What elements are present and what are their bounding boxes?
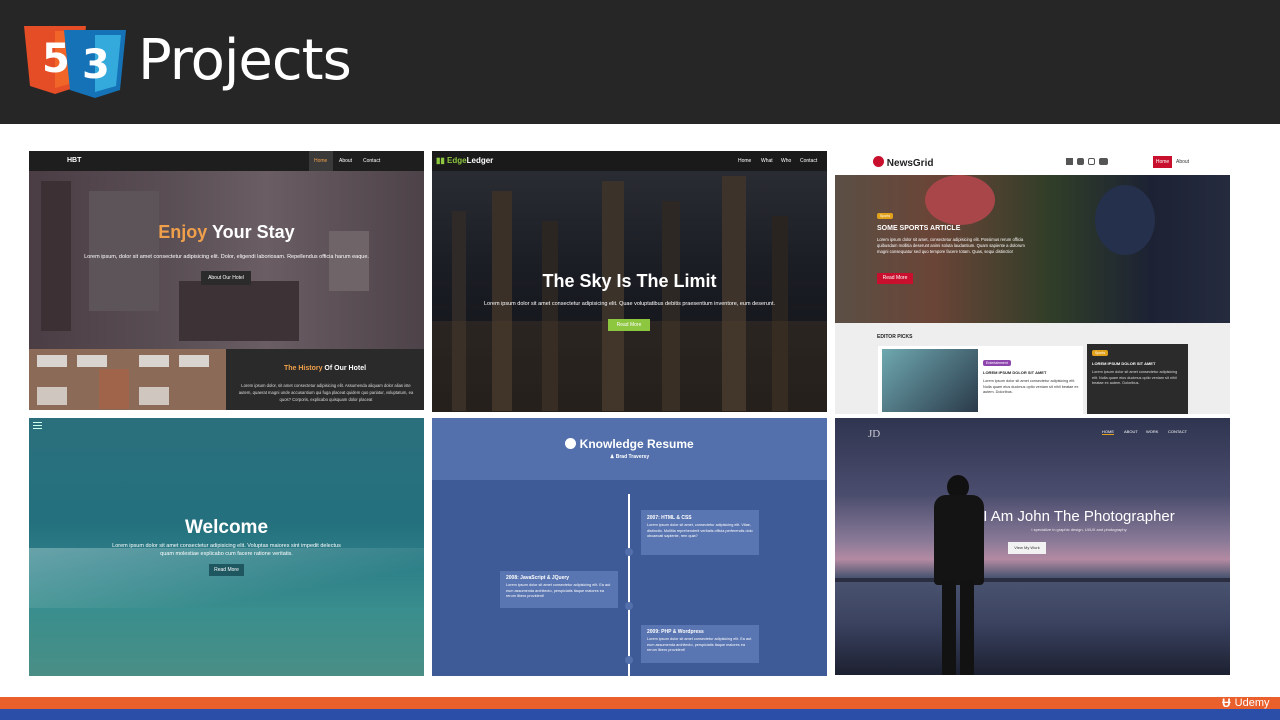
hbt-hero-title: Enjoy Your Stay — [158, 222, 295, 242]
footer-orange-bar — [0, 697, 1280, 709]
about-hotel-button[interactable]: About Our Hotel — [201, 271, 251, 285]
photographer-hero-subtitle: I specialize in graphic design, UI/UX an… — [1031, 527, 1127, 532]
timeline-line — [628, 494, 630, 676]
photographer-nav-about[interactable]: ABOUT — [1124, 429, 1138, 434]
timeline-entry-body: Lorem ipsum dolor sit amet, consectetur … — [647, 523, 753, 538]
hbt-hero-subtitle: Lorem ipsum, dolor sit amet consectetur … — [84, 254, 369, 260]
editor-card-1-tag: Entertainment — [983, 360, 1011, 366]
photographer-brand: JD — [868, 428, 881, 440]
hbt-history-title: The History Of Our Hotel — [283, 365, 367, 372]
resume-author: ♟ Brad Traversy — [609, 454, 650, 460]
timeline-entry: 2009: PHP & Wordpress Lorem ipsum dolor … — [641, 625, 759, 663]
editor-picks-heading: EDITOR PICKS — [877, 334, 913, 340]
hbt-nav-contact[interactable]: Contact — [363, 158, 380, 164]
newsgrid-hero-body: Lorem ipsum dolor sit amet, consectetur … — [877, 237, 1025, 254]
photographer-silhouette — [932, 475, 986, 675]
welcome-hero-subtitle: Lorem ipsum dolor sit amet consectetur a… — [112, 543, 341, 557]
page-title: Projects — [138, 28, 352, 93]
hamburger-menu-icon[interactable] — [33, 422, 42, 429]
user-icon: ♟ — [609, 454, 615, 460]
editor-card-2-tag: Sports — [1092, 350, 1109, 356]
timeline-entry-title: 2008: JavaScript & JQuery — [506, 575, 570, 581]
resume-title: Knowledge Resume — [432, 437, 827, 451]
editor-card-2-body: Lorem ipsum dolor sit amet consectetur a… — [1092, 370, 1178, 385]
editor-card-2-title: LOREM IPSUM DOLOR SIT AMET — [1092, 361, 1156, 366]
twitter-icon[interactable] — [1077, 158, 1084, 165]
timeline-entry: 2007: HTML & CSS Lorem ipsum dolor sit a… — [641, 510, 759, 555]
timeline-entry-title: 2007: HTML & CSS — [647, 515, 692, 521]
html5-digit: 5 — [42, 36, 70, 82]
newsgrid-brand: NewsGrid — [873, 156, 933, 169]
view-my-work-button[interactable]: View My Work — [1008, 542, 1046, 554]
edgeledger-nav-what[interactable]: What — [761, 158, 773, 164]
facebook-icon[interactable] — [1066, 158, 1073, 165]
project-tile-edgeledger[interactable]: ▮▮ EdgeLedger Home What Who Contact The … — [432, 151, 827, 412]
newsgrid-nav-about[interactable]: About — [1176, 159, 1189, 165]
html5-css3-logo: 5 3 — [24, 26, 126, 98]
editor-card-1[interactable]: Entertainment LOREM IPSUM DOLOR SIT AMET… — [878, 346, 1083, 414]
timeline-dot — [625, 602, 633, 610]
timeline-dot — [625, 656, 633, 664]
photographer-hero-title: I Am John The Photographer — [983, 508, 1175, 525]
editor-card-1-body: Lorem ipsum dolor sit amet consectetur a… — [983, 379, 1079, 394]
project-tile-resume[interactable]: Knowledge Resume ♟ Brad Traversy 2007: H… — [432, 418, 827, 676]
slide-header: 5 3 Projects — [0, 0, 1280, 124]
newsgrid-hero-headline: SOME SPORTS ARTICLE — [877, 225, 961, 232]
project-tile-welcome[interactable]: Welcome Lorem ipsum dolor sit amet conse… — [29, 418, 424, 676]
hbt-hero-image — [29, 171, 424, 349]
hbt-brand: HBT — [67, 157, 82, 164]
edgeledger-nav-who[interactable]: Who — [781, 158, 791, 164]
timeline-entry-body: Lorem ipsum dolor sit amet consectetur a… — [647, 637, 752, 652]
udemy-logo-icon: Ʉ — [1222, 696, 1231, 710]
editor-card-2[interactable]: Sports LOREM IPSUM DOLOR SIT AMET Lorem … — [1087, 344, 1188, 414]
timeline-entry-title: 2009: PHP & Wordpress — [647, 629, 704, 635]
lake-horizon — [835, 578, 1230, 582]
photographer-nav-work[interactable]: WORK — [1146, 429, 1158, 434]
timeline-entry: 2008: JavaScript & JQuery Lorem ipsum do… — [500, 571, 618, 608]
photographer-nav-contact[interactable]: CONTACT — [1168, 429, 1187, 434]
hbt-history-body: Lorem ipsum dolor, sit amet consectetur … — [238, 383, 414, 402]
instagram-icon[interactable] — [1088, 158, 1095, 165]
newsgrid-nav-home[interactable]: Home — [1153, 156, 1172, 168]
globe-icon — [873, 156, 884, 167]
welcome-read-more-button[interactable]: Read More — [209, 564, 244, 576]
project-tile-photographer[interactable]: JD HOME ABOUT WORK CONTACT I Am John The… — [835, 418, 1230, 675]
timeline-entry-body: Lorem ipsum dolor sit amet consectetur a… — [506, 583, 611, 598]
photographer-nav-home[interactable]: HOME — [1102, 429, 1114, 435]
newsgrid-read-more-button[interactable]: Read More — [877, 273, 913, 284]
hbt-nav-about[interactable]: About — [339, 158, 352, 164]
css3-digit: 3 — [82, 42, 110, 88]
footer-blue-bar — [0, 709, 1280, 720]
editor-card-1-title: LOREM IPSUM DOLOR SIT AMET — [983, 370, 1047, 375]
youtube-icon[interactable] — [1099, 158, 1108, 165]
brain-icon — [565, 438, 577, 449]
newsgrid-hero-tag: Sports — [877, 213, 894, 219]
udemy-watermark: Ʉ Udemy — [1222, 696, 1270, 710]
newsgrid-social-icons — [1066, 158, 1108, 165]
project-tile-newsgrid[interactable]: NewsGrid Home About Sports SOME SPORTS A… — [835, 151, 1230, 414]
edgeledger-nav-contact[interactable]: Contact — [800, 158, 817, 164]
edgeledger-brand: ▮▮ EdgeLedger — [436, 156, 494, 165]
edgeledger-nav-home[interactable]: Home — [738, 158, 751, 164]
edgeledger-read-more-button[interactable]: Read More — [608, 319, 650, 331]
timeline-dot — [625, 548, 633, 556]
welcome-hero-title: Welcome — [184, 517, 269, 538]
project-tile-hbt[interactable]: HBT Home About Contact Enjoy Your Stay L… — [29, 151, 424, 410]
edgeledger-logo-icon: ▮▮ — [436, 156, 445, 165]
hbt-building-image — [29, 349, 226, 410]
editor-card-1-image — [882, 349, 978, 412]
hbt-nav-home[interactable]: Home — [314, 158, 327, 164]
edgeledger-hero-title: The Sky Is The Limit — [542, 271, 717, 291]
edgeledger-hero-subtitle: Lorem ipsum dolor sit amet consectetur a… — [483, 301, 776, 307]
